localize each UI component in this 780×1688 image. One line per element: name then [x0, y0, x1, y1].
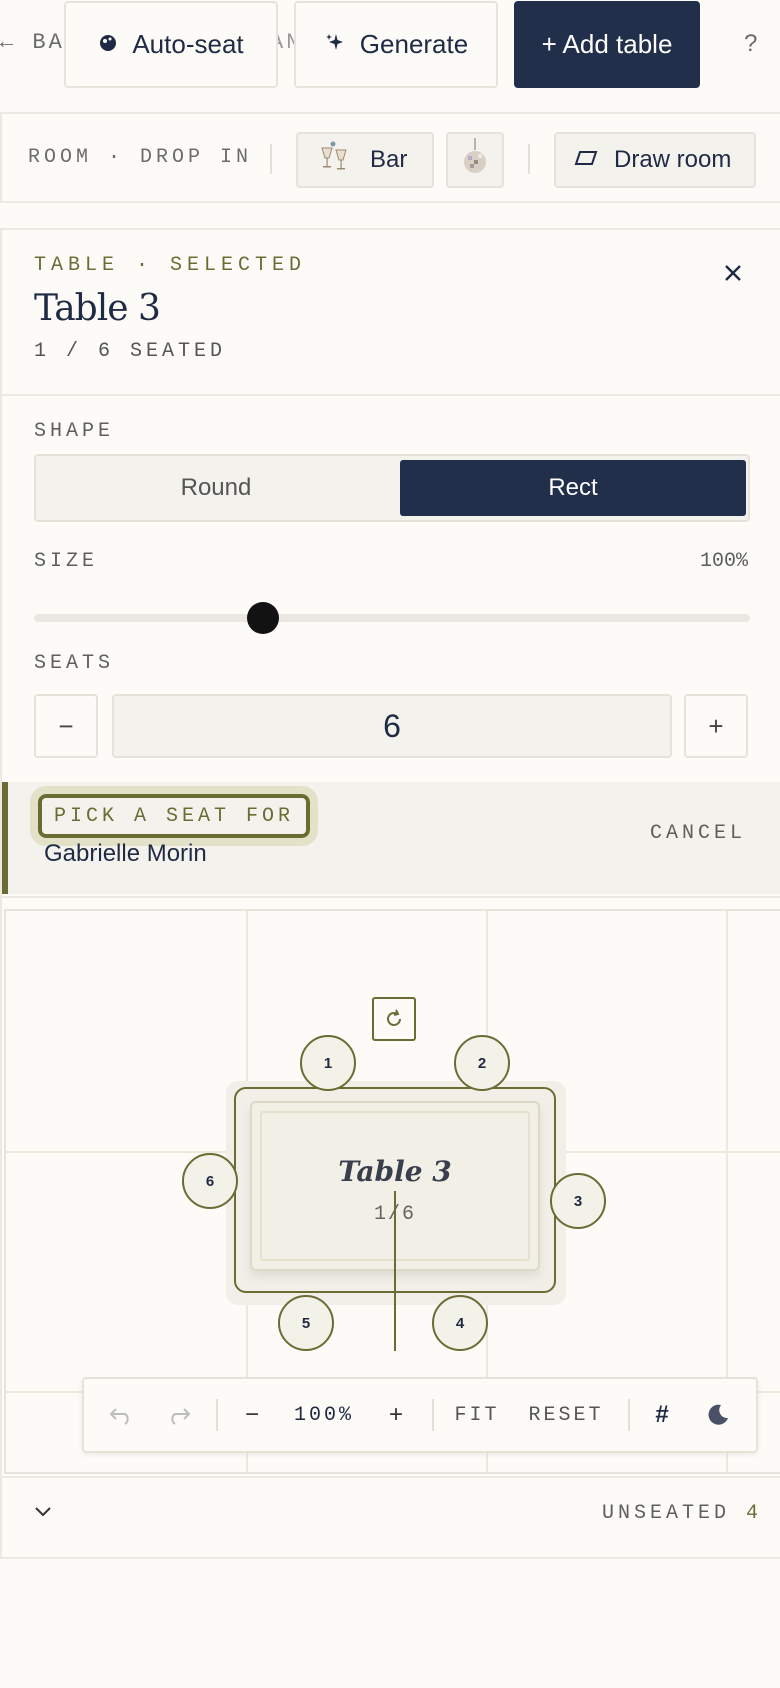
divider	[270, 144, 272, 174]
size-slider-track[interactable]	[34, 614, 750, 622]
table-inspector-panel: TABLE · SELECTED Table 3 1 / 6 SEATED SH…	[0, 228, 780, 1559]
divider	[2, 394, 780, 396]
help-button[interactable]: ?	[744, 30, 757, 58]
zoom-out-button[interactable]: −	[230, 1379, 274, 1451]
size-label: SIZE	[34, 550, 99, 573]
moon-icon[interactable]	[696, 1379, 740, 1451]
shape-toggle: Round Rect	[34, 454, 750, 522]
size-value: 100%	[699, 550, 748, 573]
seats-input[interactable]: 6	[112, 694, 672, 758]
divider	[216, 1399, 218, 1431]
unseated-number: 4	[745, 1502, 762, 1525]
seating-canvas[interactable]: Table 3 1/6 1 2 3 4 5 6 − 100% + FIT RES…	[4, 909, 780, 1474]
auto-seat-icon	[98, 29, 118, 60]
divider	[432, 1399, 434, 1431]
generate-label: Generate	[359, 29, 469, 59]
seats-label: SEATS	[34, 652, 115, 675]
size-slider-thumb[interactable]	[247, 602, 280, 634]
room-item-disco[interactable]	[446, 132, 504, 188]
cocktail-glasses-icon	[316, 138, 354, 183]
seated-count: 1 / 6 SEATED	[34, 340, 227, 363]
add-table-button[interactable]: + Add table	[514, 1, 700, 88]
close-icon[interactable]	[716, 256, 750, 290]
shape-option-rect[interactable]: Rect	[400, 460, 746, 516]
center-guide-line	[394, 1191, 396, 1351]
seat-3[interactable]: 3	[550, 1173, 606, 1229]
reset-button[interactable]: RESET	[516, 1379, 616, 1451]
seat-4[interactable]: 4	[432, 1295, 488, 1351]
top-toolbar: ← BAC AN Auto-seat Generate + Add table …	[0, 0, 780, 100]
chevron-down-icon[interactable]	[34, 1498, 52, 1524]
draw-room-label: Draw room	[614, 146, 732, 173]
seat-1[interactable]: 1	[300, 1035, 356, 1091]
divider	[2, 896, 780, 898]
disco-ball-icon	[458, 137, 492, 183]
unseated-count: UNSEATED 4	[602, 1502, 762, 1525]
seats-decrement-button[interactable]: −	[34, 694, 98, 758]
panel-eyebrow: TABLE · SELECTED	[34, 254, 307, 277]
add-table-label: + Add table	[541, 29, 673, 59]
guest-name: Gabrielle Morin	[44, 840, 207, 867]
seat-5[interactable]: 5	[278, 1295, 334, 1351]
sparkle-icon	[324, 29, 346, 60]
room-item-bar-label: Bar	[370, 146, 408, 173]
cancel-button[interactable]: CANCEL	[650, 822, 746, 845]
pick-seat-banner: PICK A SEAT FOR Gabrielle Morin CANCEL	[2, 782, 780, 894]
rotate-icon[interactable]	[372, 997, 416, 1041]
table-name: Table 3	[338, 1155, 452, 1188]
parallelogram-icon	[574, 146, 598, 174]
undo-icon[interactable]	[98, 1379, 144, 1451]
seat-2[interactable]: 2	[454, 1035, 510, 1091]
auto-seat-label: Auto-seat	[132, 29, 244, 59]
generate-button[interactable]: Generate	[294, 1, 498, 88]
shape-label: SHAPE	[34, 420, 115, 443]
divider	[528, 144, 530, 174]
grid-toggle-icon[interactable]: #	[640, 1379, 684, 1451]
redo-icon[interactable]	[156, 1379, 202, 1451]
panel-title: Table 3	[34, 288, 161, 329]
seats-increment-button[interactable]: +	[684, 694, 748, 758]
divider	[628, 1399, 630, 1431]
shape-option-round[interactable]: Round	[40, 460, 392, 516]
auto-seat-button[interactable]: Auto-seat	[64, 1, 278, 88]
unseated-drawer-bar[interactable]: UNSEATED 4	[0, 1478, 780, 1552]
draw-room-button[interactable]: Draw room	[554, 132, 756, 188]
fit-button[interactable]: FIT	[442, 1379, 512, 1451]
seat-6[interactable]: 6	[182, 1153, 238, 1209]
zoom-in-button[interactable]: +	[374, 1379, 418, 1451]
pick-seat-label: PICK A SEAT FOR	[29, 786, 319, 846]
room-bar: ROOM · DROP IN Bar Draw room	[0, 112, 780, 203]
room-drop-label: ROOM · DROP IN	[28, 146, 253, 169]
room-item-bar[interactable]: Bar	[296, 132, 434, 188]
canvas-toolbar: − 100% + FIT RESET #	[82, 1377, 758, 1453]
zoom-level: 100%	[293, 1403, 354, 1427]
unseated-label: UNSEATED	[601, 1502, 730, 1525]
